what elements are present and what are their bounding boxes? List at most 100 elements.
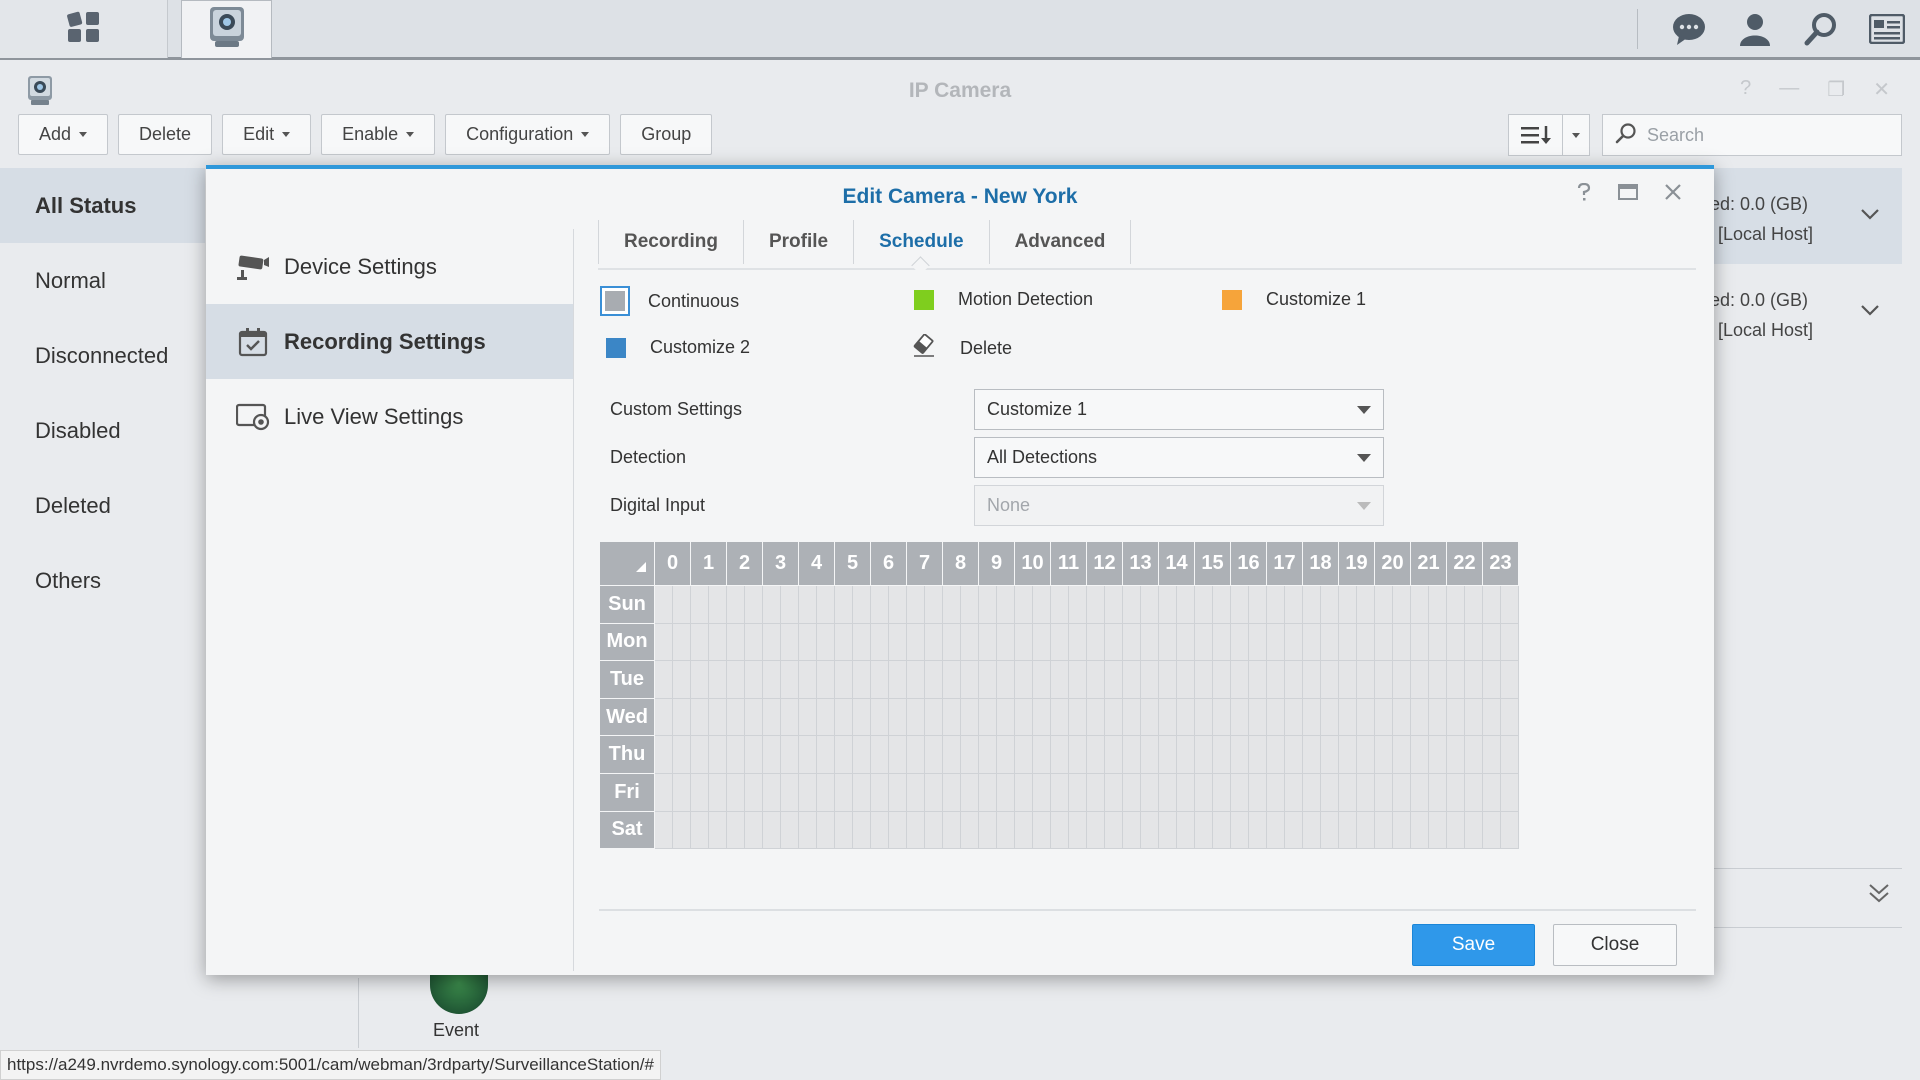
schedule-cell[interactable] bbox=[780, 660, 799, 699]
schedule-cell[interactable] bbox=[798, 622, 817, 662]
schedule-cell[interactable] bbox=[1320, 660, 1339, 699]
schedule-cell[interactable] bbox=[1122, 660, 1141, 699]
schedule-cell[interactable] bbox=[1446, 735, 1465, 774]
maximize-icon[interactable] bbox=[1618, 184, 1638, 205]
schedule-cell[interactable] bbox=[1248, 810, 1267, 850]
schedule-cell[interactable] bbox=[1014, 622, 1033, 662]
schedule-cell[interactable] bbox=[1338, 697, 1357, 737]
schedule-cell[interactable] bbox=[978, 697, 997, 737]
schedule-cell[interactable] bbox=[1212, 772, 1231, 812]
schedule-cell[interactable] bbox=[996, 772, 1015, 812]
schedule-cell[interactable] bbox=[1212, 697, 1231, 737]
schedule-cell[interactable] bbox=[1284, 622, 1303, 662]
hour-header[interactable]: 21 bbox=[1410, 541, 1447, 586]
schedule-cell[interactable] bbox=[654, 660, 673, 699]
user-icon[interactable] bbox=[1722, 0, 1788, 58]
hour-header[interactable]: 13 bbox=[1122, 541, 1159, 586]
schedule-cell[interactable] bbox=[1356, 585, 1375, 624]
surveillance-app-button[interactable] bbox=[181, 0, 272, 58]
brush-customize-2[interactable]: Customize 2 bbox=[606, 337, 750, 358]
schedule-cell[interactable] bbox=[708, 697, 727, 737]
help-icon[interactable]: ? bbox=[1740, 77, 1751, 102]
schedule-cell[interactable] bbox=[924, 810, 943, 850]
schedule-cell[interactable] bbox=[1374, 810, 1393, 850]
schedule-cell[interactable] bbox=[1014, 660, 1033, 699]
schedule-cell[interactable] bbox=[870, 810, 889, 850]
help-icon[interactable] bbox=[1576, 182, 1592, 206]
configuration-button[interactable]: Configuration bbox=[445, 114, 611, 155]
schedule-cell[interactable] bbox=[762, 810, 781, 850]
schedule-cell[interactable] bbox=[906, 622, 925, 662]
schedule-cell[interactable] bbox=[1122, 810, 1141, 850]
schedule-cell[interactable] bbox=[1050, 622, 1069, 662]
schedule-cell[interactable] bbox=[690, 735, 709, 774]
hour-header[interactable]: 17 bbox=[1266, 541, 1303, 586]
schedule-cell[interactable] bbox=[672, 660, 691, 699]
status-disabled[interactable]: Disabled bbox=[0, 393, 205, 468]
schedule-cell[interactable] bbox=[888, 735, 907, 774]
schedule-cell[interactable] bbox=[906, 810, 925, 850]
schedule-cell[interactable] bbox=[1230, 735, 1249, 774]
tab-advanced[interactable]: Advanced bbox=[990, 220, 1132, 264]
schedule-cell[interactable] bbox=[1266, 735, 1285, 774]
close-icon[interactable]: ✕ bbox=[1873, 77, 1890, 102]
schedule-cell[interactable] bbox=[978, 660, 997, 699]
brush-customize-1[interactable]: Customize 1 bbox=[1222, 289, 1366, 310]
schedule-cell[interactable] bbox=[996, 810, 1015, 850]
schedule-cell[interactable] bbox=[1104, 585, 1123, 624]
schedule-cell[interactable] bbox=[888, 772, 907, 812]
schedule-cell[interactable] bbox=[1176, 622, 1195, 662]
hour-header[interactable]: 9 bbox=[978, 541, 1015, 586]
hour-header[interactable]: 12 bbox=[1086, 541, 1123, 586]
schedule-cell[interactable] bbox=[1320, 772, 1339, 812]
day-header[interactable]: Tue bbox=[599, 660, 655, 699]
hour-header[interactable]: 19 bbox=[1338, 541, 1375, 586]
schedule-cell[interactable] bbox=[1428, 697, 1447, 737]
schedule-cell[interactable] bbox=[1248, 660, 1267, 699]
schedule-cell[interactable] bbox=[672, 810, 691, 850]
schedule-cell[interactable] bbox=[672, 697, 691, 737]
schedule-cell[interactable] bbox=[1266, 585, 1285, 624]
schedule-cell[interactable] bbox=[1014, 772, 1033, 812]
status-normal[interactable]: Normal bbox=[0, 243, 205, 318]
schedule-cell[interactable] bbox=[1284, 660, 1303, 699]
schedule-cell[interactable] bbox=[1356, 697, 1375, 737]
schedule-cell[interactable] bbox=[1212, 622, 1231, 662]
schedule-cell[interactable] bbox=[1482, 585, 1501, 624]
schedule-cell[interactable] bbox=[1230, 660, 1249, 699]
hour-header[interactable]: 4 bbox=[798, 541, 835, 586]
schedule-cell[interactable] bbox=[942, 660, 961, 699]
schedule-cell[interactable] bbox=[708, 772, 727, 812]
schedule-cell[interactable] bbox=[924, 622, 943, 662]
schedule-cell[interactable] bbox=[1140, 810, 1159, 850]
schedule-cell[interactable] bbox=[1194, 660, 1213, 699]
brush-motion-detection[interactable]: Motion Detection bbox=[914, 289, 1093, 310]
day-header[interactable]: Mon bbox=[599, 622, 655, 662]
schedule-cell[interactable] bbox=[1266, 622, 1285, 662]
hour-header[interactable]: 0 bbox=[654, 541, 691, 586]
schedule-cell[interactable] bbox=[1248, 585, 1267, 624]
schedule-cell[interactable] bbox=[870, 622, 889, 662]
schedule-cell[interactable] bbox=[816, 622, 835, 662]
schedule-cell[interactable] bbox=[798, 772, 817, 812]
schedule-cell[interactable] bbox=[1320, 735, 1339, 774]
add-button[interactable]: Add bbox=[18, 114, 109, 155]
schedule-cell[interactable] bbox=[1320, 622, 1339, 662]
schedule-cell[interactable] bbox=[690, 697, 709, 737]
hour-header[interactable]: 11 bbox=[1050, 541, 1087, 586]
sidebar-item-device-settings[interactable]: Device Settings bbox=[206, 229, 573, 304]
tab-recording[interactable]: Recording bbox=[598, 220, 744, 264]
schedule-cell[interactable] bbox=[1248, 735, 1267, 774]
schedule-cell[interactable] bbox=[834, 585, 853, 624]
schedule-cell[interactable] bbox=[1464, 810, 1483, 850]
schedule-cell[interactable] bbox=[1104, 660, 1123, 699]
schedule-cell[interactable] bbox=[852, 810, 871, 850]
schedule-cell[interactable] bbox=[726, 660, 745, 699]
schedule-cell[interactable] bbox=[1392, 735, 1411, 774]
schedule-cell[interactable] bbox=[960, 772, 979, 812]
schedule-cell[interactable] bbox=[888, 810, 907, 850]
schedule-cell[interactable] bbox=[816, 772, 835, 812]
schedule-cell[interactable] bbox=[1086, 660, 1105, 699]
schedule-cell[interactable] bbox=[762, 585, 781, 624]
schedule-cell[interactable] bbox=[1104, 772, 1123, 812]
